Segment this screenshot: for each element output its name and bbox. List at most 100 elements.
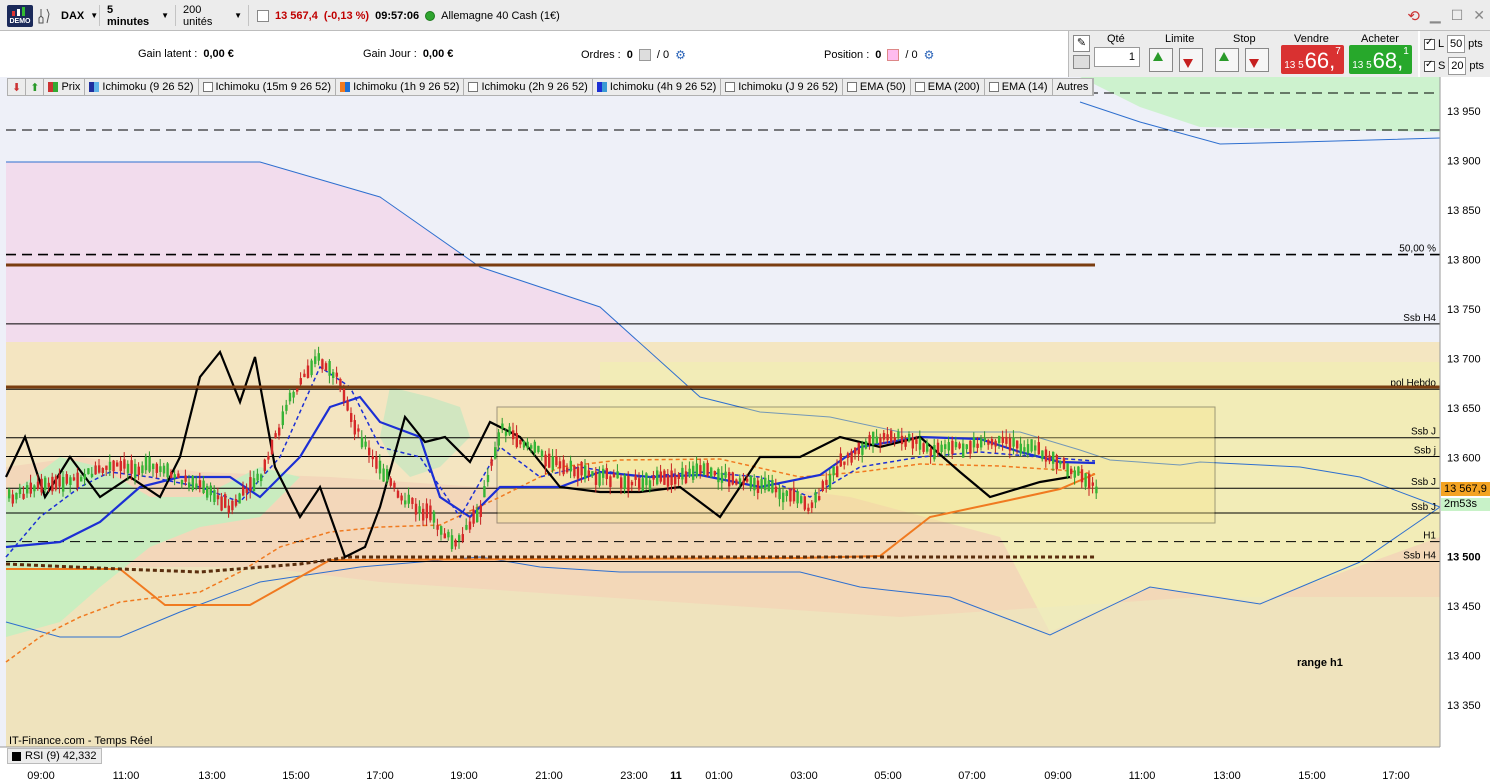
tab-ichimoku-1h[interactable]: Ichimoku (1h 9 26 52) [336,79,465,95]
candle [54,476,58,490]
stop-pts-input[interactable]: 20 [1448,57,1467,75]
candle [717,468,720,483]
range-box[interactable] [496,406,1216,524]
candle [292,391,295,398]
candle [414,503,418,515]
minimize-icon[interactable]: ▁ [1430,7,1441,24]
gear-icon[interactable]: ⚙ [675,48,686,62]
candle [731,472,734,485]
candle [648,480,652,490]
candle [1073,470,1076,478]
candle [630,481,634,486]
rsi-swatch-icon [12,751,21,761]
candle [335,372,338,377]
units-dropdown[interactable]: 200 unités ▼ [177,4,249,28]
gain-jour: Gain Jour :0,00 € [363,48,454,60]
rsi-tab[interactable]: RSI (9) 42,332 [7,748,102,764]
qty-input[interactable]: 1 [1094,47,1140,67]
candle [1084,473,1087,487]
sell-button[interactable]: 13 5 66, 7 [1281,45,1344,74]
stop-checkbox[interactable] [1424,59,1435,72]
candle [652,475,655,480]
candle [994,440,997,447]
tab-expand[interactable]: ⬆ [26,79,45,95]
timeframe-dropdown[interactable]: 5 minutes ▼ [101,3,176,28]
keypad-icon[interactable] [1073,55,1090,69]
order-tools-icon[interactable]: ✎ [1073,35,1090,52]
buy-button[interactable]: 13 5 68, 1 [1349,45,1412,74]
candle [677,474,680,479]
tab-ichimoku-15m[interactable]: Ichimoku (15m 9 26 52) [199,79,337,95]
candle [634,475,637,480]
candle [1044,449,1048,462]
candle [638,478,641,490]
candle [893,437,896,442]
position-info-bar: Gain latent :0,00 € Gain Jour :0,00 € Or… [0,31,1070,77]
candle [411,498,414,504]
candle [821,481,824,491]
sync-icon[interactable]: ⟲ [1407,7,1420,25]
limit-sell-button[interactable] [1179,48,1203,72]
x-tick-label: 19:00 [450,770,478,782]
candle [864,441,868,449]
price-chart[interactable]: 50,00 % Ssb H4 pol Hebdo Ssb J Ssb j Ssb J Ssb… [0,77,1490,783]
tools-icon[interactable] [38,5,54,26]
candle [933,445,936,460]
limit-buy-button[interactable] [1149,48,1173,72]
chevron-down-icon: ▼ [161,11,169,20]
tab-ichimoku-2h[interactable]: Ichimoku (2h 9 26 52) [464,79,593,95]
limit-pts-input[interactable]: 50 [1447,35,1466,53]
candle [256,473,259,481]
level-label: Ssb j [1414,446,1436,457]
tab-collapse[interactable]: ⬇ [8,79,27,95]
candle [742,480,745,486]
candle [58,474,61,487]
timeframe-label: 5 minutes [107,3,150,28]
candle [929,448,932,456]
candle [692,465,695,480]
tab-ichimoku-j[interactable]: Ichimoku (J 9 26 52) [721,79,843,95]
info-icon[interactable] [257,9,269,22]
chart-canvas[interactable]: 50,00 %Ssb H4pol HebdoSsb JSsb jSsb JSsb… [0,77,1490,783]
candle [342,386,346,402]
candle [47,482,50,487]
chevron-down-icon: ▼ [234,11,242,20]
candle [177,473,180,478]
tab-ichimoku[interactable]: Ichimoku (9 26 52) [85,79,199,95]
stop-buy-button[interactable] [1215,48,1239,72]
gear-icon[interactable]: ⚙ [924,48,935,62]
candle [472,509,475,524]
y-tick-label: 13 800 [1447,255,1481,267]
candle [724,471,727,478]
tab-ema-14[interactable]: EMA (14) [985,79,1053,95]
x-tick-label: 21:00 [535,770,563,782]
candle [890,430,893,443]
tab-ichimoku-4h[interactable]: Ichimoku (4h 9 26 52) [593,79,722,95]
symbol-dropdown[interactable]: DAX ▼ [55,5,100,26]
candle [368,447,371,456]
candle [861,443,864,455]
candle [954,441,958,448]
stop-sell-button[interactable] [1245,48,1269,72]
candle [872,431,875,446]
candle [764,477,767,491]
candle [436,525,439,530]
limit-checkbox[interactable] [1424,37,1435,50]
candle [83,474,86,479]
close-position-icon[interactable] [887,49,900,61]
close-icon[interactable]: ✕ [1473,7,1485,24]
tab-ema-50[interactable]: EMA (50) [843,79,911,95]
limite-label: Limite [1165,33,1195,45]
maximize-icon[interactable]: ☐ [1451,7,1464,24]
tab-autres[interactable]: Autres [1053,79,1094,95]
candle [969,440,972,454]
candle [573,466,576,477]
cancel-orders-icon[interactable] [638,49,651,61]
candle [159,466,162,473]
last-price: 13 567,4 [275,9,318,22]
candle [620,477,623,489]
y-tick-label: 13 750 [1447,304,1481,316]
tab-prix[interactable]: Prix [44,79,86,95]
candle [792,487,796,502]
tab-ema-200[interactable]: EMA (200) [911,79,985,95]
